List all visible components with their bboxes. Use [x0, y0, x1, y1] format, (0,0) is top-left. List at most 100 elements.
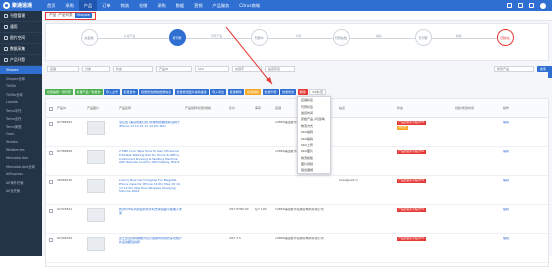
- nav-item-data[interactable]: 数据: [171, 0, 189, 11]
- toolbar-button[interactable]: 导入导出: [210, 89, 227, 95]
- step-recycle[interactable]: 回收站: [492, 29, 518, 46]
- sidebar-section-publish[interactable]: 产品刊登: [0, 55, 42, 66]
- table-row[interactable]: 62304062 女士复古款斜跨腰背包大容量时尚简约多功能户外运动腰包斜挎 CN…: [46, 234, 548, 263]
- table-row[interactable]: 62324841 新款SVE系列铰链折叠手机支架桌面平板懒人支架 CNY 878…: [46, 205, 548, 234]
- nav-item-home[interactable]: 首页: [42, 0, 60, 11]
- sidebar-item-mercadolibre[interactable]: MercadoLibre: [0, 154, 42, 162]
- sidebar-item-ae-overseas[interactable]: AE海外托管: [0, 178, 42, 186]
- row-checkbox[interactable]: [49, 180, 53, 184]
- product-thumbnail[interactable]: [87, 237, 105, 251]
- product-image[interactable]: [85, 150, 117, 164]
- product-name[interactable]: 新款SVE系列铰链折叠手机支架桌面平板懒人支架: [117, 208, 183, 230]
- sidebar-item-wildberries[interactable]: Wildberries: [0, 146, 42, 154]
- sidebar-item-tiktok[interactable]: TikTok: [0, 82, 42, 90]
- step-failed[interactable]: 刊登失败: [328, 29, 354, 46]
- help-icon[interactable]: [518, 3, 523, 8]
- nav-item-marketing[interactable]: 营销: [189, 0, 207, 11]
- breadcrumb: 产品 产品列表 Shopee: [45, 11, 97, 20]
- shop-filter[interactable]: 店铺: [47, 65, 79, 72]
- toolbar-button[interactable]: 批量修改: [280, 89, 297, 95]
- select-all-checkbox[interactable]: [49, 106, 53, 111]
- sidebar-section-collect[interactable]: 数据采集: [0, 44, 42, 55]
- row-checkbox[interactable]: [49, 238, 53, 242]
- product-image[interactable]: [85, 121, 117, 135]
- breadcrumb-current[interactable]: Shopee: [74, 13, 93, 18]
- product-name[interactable]: 全红色 (黑白色和红色 防滑防褶皱耐磨)适用于iPhone 13 14 15 1…: [117, 121, 183, 143]
- product-thumbnail[interactable]: [87, 208, 105, 222]
- floating-side-tab[interactable]: [548, 66, 552, 78]
- step-publishing[interactable]: 刊登中: [246, 29, 272, 46]
- product-name[interactable]: Luxury Bow Card Original For Magsafe Pho…: [117, 179, 183, 201]
- sku-filter[interactable]: SKU: [195, 65, 229, 72]
- sidebar-section-images[interactable]: 图片空间: [0, 33, 42, 44]
- step-collect[interactable]: 采集箱: [76, 29, 102, 46]
- toolbar-button[interactable]: 批量修改规格数量信息: [139, 89, 174, 95]
- app-logo[interactable]: 聚通速通: [0, 0, 42, 11]
- category-filter[interactable]: 分类: [82, 65, 110, 72]
- toolbar-button[interactable]: 导入主号: [104, 89, 121, 95]
- product-image[interactable]: [85, 179, 117, 193]
- nav-item-warehouse[interactable]: 仓储: [134, 0, 152, 11]
- keyword-filter[interactable]: 关键字: [232, 65, 262, 72]
- product-thumbnail[interactable]: [87, 150, 105, 164]
- sidebar-item-yandex[interactable]: Yandex: [0, 138, 42, 146]
- product-thumbnail[interactable]: [87, 121, 105, 135]
- sidebar-item-temu-us[interactable]: Temu美国: [0, 122, 42, 130]
- toolbar-button[interactable]: 批量修改图片编码描述: [174, 89, 209, 95]
- message-icon[interactable]: [507, 3, 512, 8]
- sidebar-item-aliexpress[interactable]: AliExpress: [0, 170, 42, 178]
- edit-link[interactable]: 编辑: [501, 179, 523, 183]
- dropdown-item[interactable]: 组合捆绑: [298, 167, 330, 173]
- nav-item-product-service[interactable]: 产品服务: [208, 0, 235, 11]
- nav-item-citrus[interactable]: Citrus商城: [234, 0, 265, 11]
- nav-item-orders[interactable]: 订单: [97, 0, 115, 11]
- batch-edit-dropdown-button[interactable]: 批量编辑: [245, 89, 262, 95]
- edit-link[interactable]: 编辑: [501, 150, 523, 154]
- product-id-filter[interactable]: 产品ID: [156, 65, 192, 72]
- sidebar-item-temu-full[interactable]: Temu全托: [0, 114, 42, 122]
- stock-filter[interactable]: 是否有货: [265, 65, 295, 72]
- sidebar-item-shopee[interactable]: Shopee: [0, 66, 42, 74]
- sidebar-item-ae-full[interactable]: AE全托管: [0, 186, 42, 194]
- nav-item-products[interactable]: 产品: [78, 0, 98, 11]
- toolbar-button[interactable]: 批量刊登: [262, 89, 279, 95]
- toolbar-button[interactable]: 批量删除: [227, 89, 244, 95]
- product-thumbnail[interactable]: [87, 179, 105, 193]
- sidebar-item-tiktok-global[interactable]: TikTok全球: [0, 90, 42, 98]
- toolbar-button[interactable]: 批量产品一键发布: [74, 89, 103, 95]
- delete-button[interactable]: 删除: [297, 89, 308, 95]
- row-checkbox[interactable]: [49, 122, 53, 126]
- avatar[interactable]: [540, 2, 546, 9]
- product-name[interactable]: 2.5MP Lcon Tape Tune To Gen Ultrasonic F…: [117, 150, 183, 172]
- nav-item-logistics[interactable]: 物流: [116, 0, 134, 11]
- step-pending[interactable]: 待刊登: [164, 29, 190, 46]
- edit-link[interactable]: 编辑: [501, 208, 523, 212]
- search-input[interactable]: 搜索产品: [493, 65, 534, 72]
- edit-link[interactable]: 编辑: [501, 237, 523, 241]
- sidebar-section-general[interactable]: 通用: [0, 22, 42, 33]
- nav-item-purchasing[interactable]: 采购: [152, 0, 170, 11]
- step-published[interactable]: 已刊登: [410, 29, 436, 46]
- sidebar-item-temu-semi[interactable]: Temu半托: [0, 106, 42, 114]
- sidebar-item-shopee-global[interactable]: Shopee全球: [0, 74, 42, 82]
- sidebar-item-mercadolibre-global[interactable]: MercadoLibre全球: [0, 162, 42, 170]
- sidebar-section-label: 图片空间: [10, 35, 26, 40]
- page-size-select[interactable]: 50条/页: [309, 89, 327, 95]
- toolbar-button[interactable]: 批量发布: [121, 89, 138, 95]
- product-image[interactable]: [85, 237, 117, 251]
- edit-link[interactable]: 编辑: [501, 121, 523, 125]
- sidebar-item-lazada[interactable]: Lazada: [0, 98, 42, 106]
- sidebar-item-ozon[interactable]: Ozon: [0, 130, 42, 138]
- table-row[interactable]: 58968120 Luxury Bow Card Original For Ma…: [46, 176, 548, 205]
- row-checkbox[interactable]: [49, 151, 53, 155]
- nav-item-purchase[interactable]: 采购: [60, 0, 78, 11]
- sidebar-section-listing[interactable]: 刊登管理: [0, 11, 42, 22]
- row-checkbox[interactable]: [49, 209, 53, 213]
- status-filter[interactable]: 状态: [113, 65, 153, 72]
- settings-icon[interactable]: [529, 3, 534, 8]
- product-image[interactable]: [85, 208, 117, 222]
- breadcrumb-item[interactable]: 产品列表: [58, 13, 72, 18]
- breadcrumb-item[interactable]: 产品: [49, 13, 56, 18]
- toolbar-button[interactable]: 批量编辑一键刊登: [45, 89, 74, 95]
- column-header: 操作: [503, 106, 510, 110]
